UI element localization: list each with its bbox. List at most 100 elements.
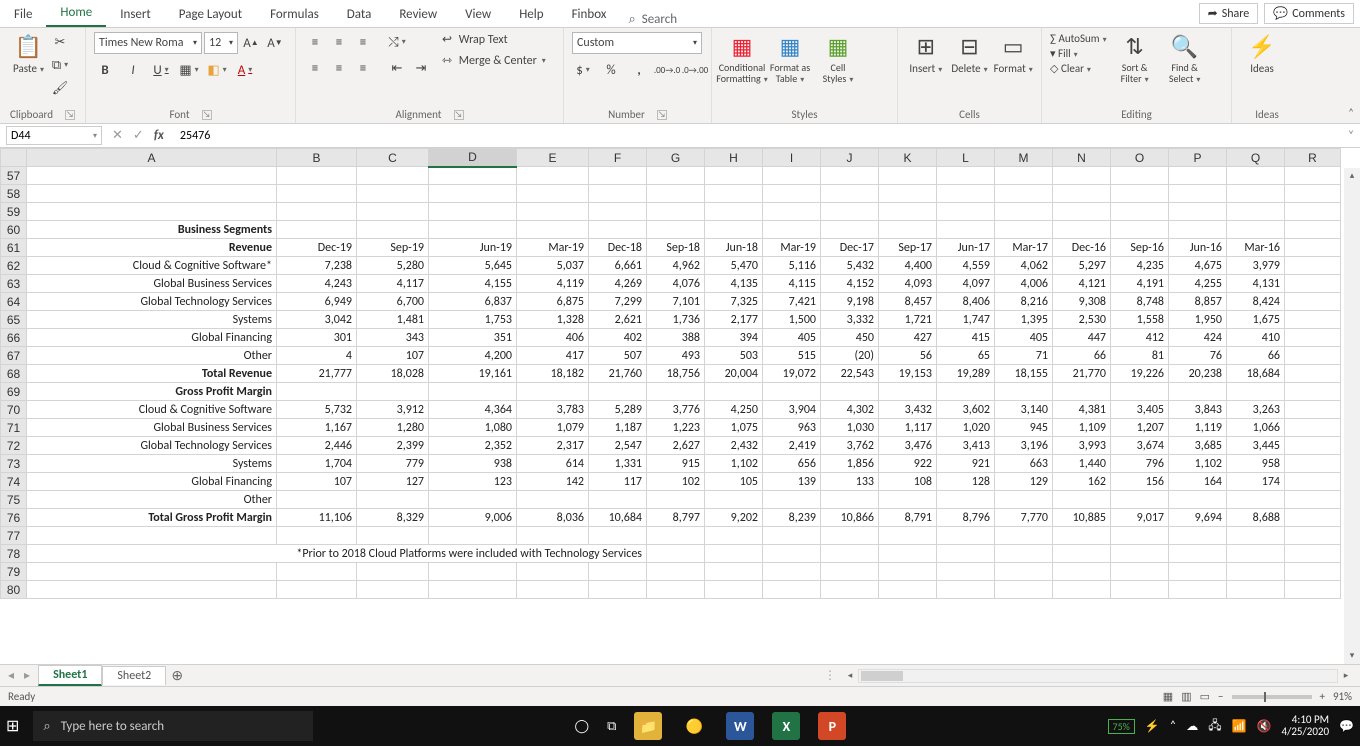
cell-E79[interactable] <box>517 563 589 581</box>
cell-Q69[interactable] <box>1227 383 1285 401</box>
cell-A80[interactable] <box>27 581 277 599</box>
cell-I66[interactable]: 405 <box>763 329 821 347</box>
cell-I72[interactable]: 2,419 <box>763 437 821 455</box>
row-header-58[interactable]: 58 <box>1 185 27 203</box>
cell-J68[interactable]: 22,543 <box>821 365 879 383</box>
cell-C68[interactable]: 18,028 <box>357 365 429 383</box>
cell-B70[interactable]: 5,732 <box>277 401 357 419</box>
cell-B79[interactable] <box>277 563 357 581</box>
cell-K71[interactable]: 1,117 <box>879 419 937 437</box>
cell-G72[interactable]: 2,627 <box>647 437 705 455</box>
cell-H78[interactable] <box>705 545 763 563</box>
cell-C70[interactable]: 3,912 <box>357 401 429 419</box>
cell-K60[interactable] <box>879 221 937 239</box>
cell-H61[interactable]: Jun-18 <box>705 239 763 257</box>
align-middle-button[interactable]: ≡ <box>328 32 350 52</box>
cell-D70[interactable]: 4,364 <box>429 401 517 419</box>
cell-M58[interactable] <box>995 185 1053 203</box>
cell-N72[interactable]: 3,993 <box>1053 437 1111 455</box>
cell-A58[interactable] <box>27 185 277 203</box>
cell-L67[interactable]: 65 <box>937 347 995 365</box>
cell-R78[interactable] <box>1285 545 1341 563</box>
expand-formula-bar-button[interactable]: ˅ <box>1342 124 1360 147</box>
cell-E75[interactable] <box>517 491 589 509</box>
cell-C73[interactable]: 779 <box>357 455 429 473</box>
cell-A72[interactable]: Global Technology Services <box>27 437 277 455</box>
cell-C65[interactable]: 1,481 <box>357 311 429 329</box>
cell-G57[interactable] <box>647 167 705 185</box>
tab-insert[interactable]: Insert <box>106 3 165 27</box>
taskbar-app-word[interactable]: W <box>726 712 754 740</box>
cell-H75[interactable] <box>705 491 763 509</box>
cut-button[interactable]: ✂ <box>49 32 71 52</box>
cell-G73[interactable]: 915 <box>647 455 705 473</box>
cell-B63[interactable]: 4,243 <box>277 275 357 293</box>
row-header-77[interactable]: 77 <box>1 527 27 545</box>
view-normal-button[interactable]: ▦ <box>1163 690 1173 703</box>
cell-N73[interactable]: 1,440 <box>1053 455 1111 473</box>
decrease-indent-button[interactable]: ⇤ <box>386 58 408 78</box>
cell-I78[interactable] <box>763 545 821 563</box>
cell-E65[interactable]: 1,328 <box>517 311 589 329</box>
cell-O71[interactable]: 1,207 <box>1111 419 1169 437</box>
zoom-out-button[interactable]: − <box>1218 690 1223 703</box>
cell-F57[interactable] <box>589 167 647 185</box>
column-header-Q[interactable]: Q <box>1227 149 1285 167</box>
cell-J74[interactable]: 133 <box>821 473 879 491</box>
insert-cells-button[interactable]: ⊞Insert <box>906 32 946 75</box>
cell-N77[interactable] <box>1053 527 1111 545</box>
tab-data[interactable]: Data <box>333 3 386 27</box>
cell-E63[interactable]: 4,119 <box>517 275 589 293</box>
ideas-button[interactable]: ⚡Ideas <box>1240 32 1284 75</box>
split-handle[interactable]: ⋮ <box>824 668 836 683</box>
number-format-select[interactable]: Custom▾ <box>572 32 702 54</box>
cell-R65[interactable] <box>1285 311 1341 329</box>
row-header-62[interactable]: 62 <box>1 257 27 275</box>
cell-M66[interactable]: 405 <box>995 329 1053 347</box>
cell-C72[interactable]: 2,399 <box>357 437 429 455</box>
column-header-M[interactable]: M <box>995 149 1053 167</box>
cell-G76[interactable]: 8,797 <box>647 509 705 527</box>
cell-G58[interactable] <box>647 185 705 203</box>
cell-O79[interactable] <box>1111 563 1169 581</box>
cell-R64[interactable] <box>1285 293 1341 311</box>
cell-C67[interactable]: 107 <box>357 347 429 365</box>
cell-P69[interactable] <box>1169 383 1227 401</box>
cell-A62[interactable]: Cloud & Cognitive Software* <box>27 257 277 275</box>
cell-G68[interactable]: 18,756 <box>647 365 705 383</box>
cell-B68[interactable]: 21,777 <box>277 365 357 383</box>
tray-chevron[interactable]: ˄ <box>1170 719 1176 733</box>
cell-F72[interactable]: 2,547 <box>589 437 647 455</box>
cell-R73[interactable] <box>1285 455 1341 473</box>
cell-E58[interactable] <box>517 185 589 203</box>
taskbar-search[interactable]: ⌕ Type here to search <box>33 711 313 741</box>
cell-J60[interactable] <box>821 221 879 239</box>
cell-L79[interactable] <box>937 563 995 581</box>
column-header-A[interactable]: A <box>27 149 277 167</box>
cell-G80[interactable] <box>647 581 705 599</box>
cell-I77[interactable] <box>763 527 821 545</box>
scroll-down-button[interactable]: ▾ <box>1344 648 1360 664</box>
cell-D71[interactable]: 1,080 <box>429 419 517 437</box>
cell-A60[interactable]: Business Segments <box>27 221 277 239</box>
format-painter-button[interactable]: 🖌 <box>49 78 71 98</box>
merge-center-button[interactable]: ⇿ Merge & Center <box>442 53 546 68</box>
cell-Q74[interactable]: 174 <box>1227 473 1285 491</box>
cell-G67[interactable]: 493 <box>647 347 705 365</box>
autosum-button[interactable]: ∑ AutoSum <box>1050 32 1107 45</box>
cell-J67[interactable]: (20) <box>821 347 879 365</box>
cell-P65[interactable]: 1,950 <box>1169 311 1227 329</box>
row-header-69[interactable]: 69 <box>1 383 27 401</box>
cell-G79[interactable] <box>647 563 705 581</box>
cell-E61[interactable]: Mar-19 <box>517 239 589 257</box>
number-launcher[interactable]: ↘ <box>657 110 667 120</box>
cell-C61[interactable]: Sep-19 <box>357 239 429 257</box>
cell-C69[interactable] <box>357 383 429 401</box>
cell-L69[interactable] <box>937 383 995 401</box>
cell-L71[interactable]: 1,020 <box>937 419 995 437</box>
cell-J62[interactable]: 5,432 <box>821 257 879 275</box>
cell-O73[interactable]: 796 <box>1111 455 1169 473</box>
clear-button[interactable]: ◇ Clear <box>1050 62 1107 75</box>
cell-N67[interactable]: 66 <box>1053 347 1111 365</box>
cell-N78[interactable] <box>1053 545 1111 563</box>
